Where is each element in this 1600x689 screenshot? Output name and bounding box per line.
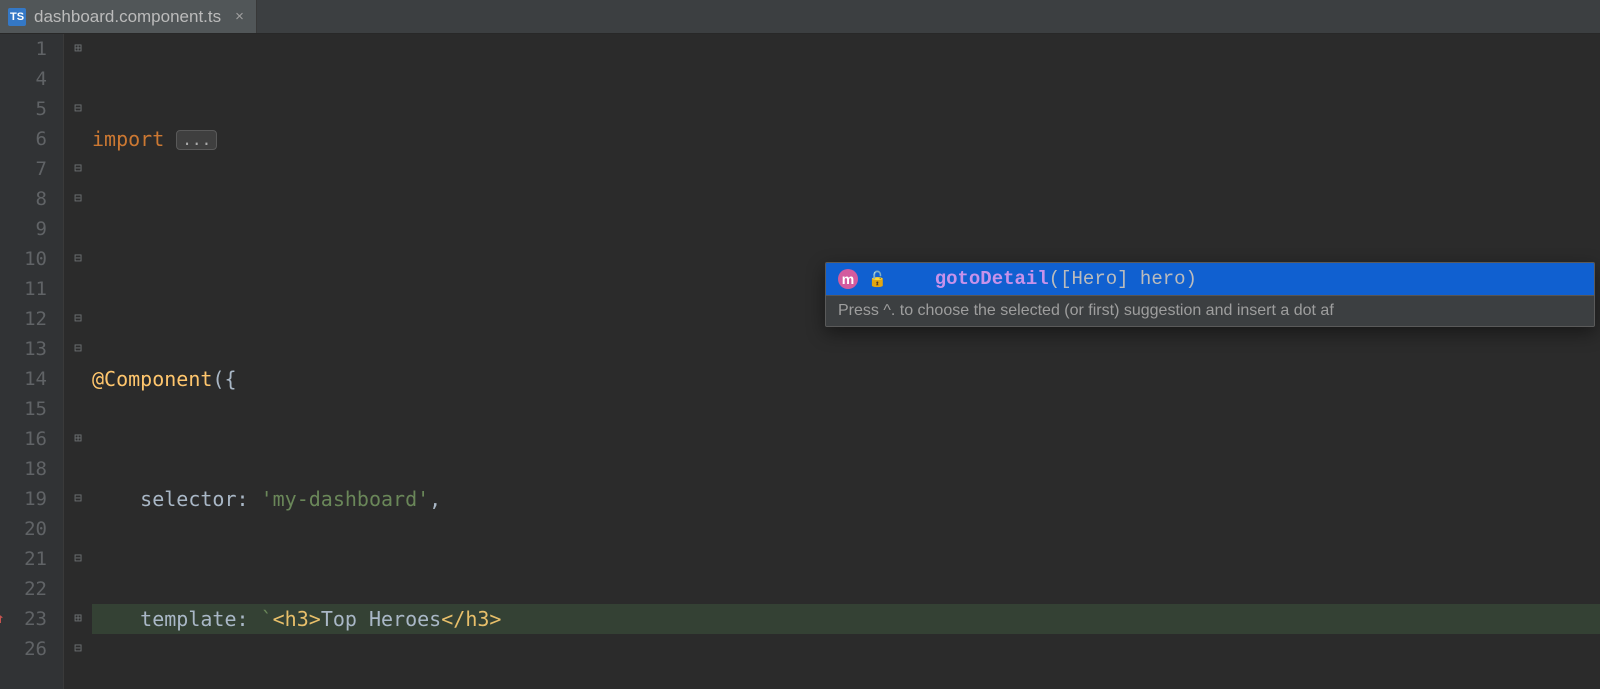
line-number: 8 [0, 184, 47, 214]
fold-end-icon[interactable]: ⊟ [70, 244, 86, 274]
fold-collapse-icon[interactable]: ⊟ [70, 94, 86, 124]
code-line[interactable]: @Component({ [92, 364, 1600, 394]
line-number: 11 [0, 274, 47, 304]
active-tab[interactable]: TS dashboard.component.ts × [0, 0, 257, 33]
folded-region[interactable]: ... [176, 130, 217, 150]
typescript-file-icon: TS [8, 8, 26, 26]
fold-end-icon[interactable]: ⊟ [70, 634, 86, 664]
fold-collapse-icon[interactable]: ⊟ [70, 184, 86, 214]
close-icon[interactable]: × [229, 8, 244, 25]
line-number: 15 [0, 394, 47, 424]
line-number: 13 [0, 334, 47, 364]
code-line[interactable]: selector: 'my-dashboard', [92, 484, 1600, 514]
code-area[interactable]: import ... @Component({ selector: 'my-da… [92, 34, 1600, 689]
completion-signature: ([Hero] hero) [1049, 268, 1197, 290]
code-line[interactable]: template: `<h3>Top Heroes</h3> [92, 604, 1600, 634]
line-number: ↑ 23 [0, 604, 47, 634]
tab-bar-spacer [257, 0, 1600, 33]
line-number: 6 [0, 124, 47, 154]
fold-end-icon[interactable]: ⊟ [70, 304, 86, 334]
line-number: 16 [0, 424, 47, 454]
code-editor[interactable]: 1 4 5 6 7 8 9 10 11 12 13 14 15 16 18 19… [0, 34, 1600, 689]
code-line[interactable]: import ... [92, 124, 1600, 154]
completion-name: gotoDetail [935, 268, 1049, 290]
line-number: 18 [0, 454, 47, 484]
line-number: 1 [0, 34, 47, 64]
line-number: 12 [0, 304, 47, 334]
line-number: 9 [0, 214, 47, 244]
fold-collapse-icon[interactable]: ⊟ [70, 484, 86, 514]
access-modifier-icon: 🔓 [868, 270, 887, 289]
fold-end-icon[interactable]: ⊟ [70, 544, 86, 574]
line-number: 22 [0, 574, 47, 604]
line-number: 21 [0, 544, 47, 574]
fold-expand-icon[interactable]: ⊞ [70, 424, 86, 454]
fold-gutter: ⊞ ⊟ ⊟ ⊟ ⊟ ⊟ ⊟ ⊞ ⊟ ⊟ ⊞ ⊟ [64, 34, 92, 689]
editor-tab-bar: TS dashboard.component.ts × [0, 0, 1600, 34]
tab-filename: dashboard.component.ts [34, 7, 221, 27]
fold-collapse-icon[interactable]: ⊟ [70, 334, 86, 364]
line-number: 20 [0, 514, 47, 544]
line-number: 10 [0, 244, 47, 274]
fold-expand-icon[interactable]: ⊞ [70, 34, 86, 64]
fold-expand-icon[interactable]: ⊞ [70, 604, 86, 634]
completion-item[interactable]: m 🔓 gotoDetail([Hero] hero) [826, 263, 1594, 295]
method-kind-icon: m [838, 269, 858, 289]
line-number: 14 [0, 364, 47, 394]
line-number: 19 [0, 484, 47, 514]
line-number: 26 [0, 634, 47, 664]
line-number: 5 [0, 94, 47, 124]
line-number-gutter: 1 4 5 6 7 8 9 10 11 12 13 14 15 16 18 19… [0, 34, 64, 689]
line-number: 7 [0, 154, 47, 184]
vcs-change-marker-icon: ↑ [0, 604, 4, 634]
line-number: 4 [0, 64, 47, 94]
completion-hint: Press ^. to choose the selected (or firs… [826, 295, 1594, 326]
code-completion-popup[interactable]: m 🔓 gotoDetail([Hero] hero) Press ^. to … [825, 262, 1595, 327]
fold-collapse-icon[interactable]: ⊟ [70, 154, 86, 184]
